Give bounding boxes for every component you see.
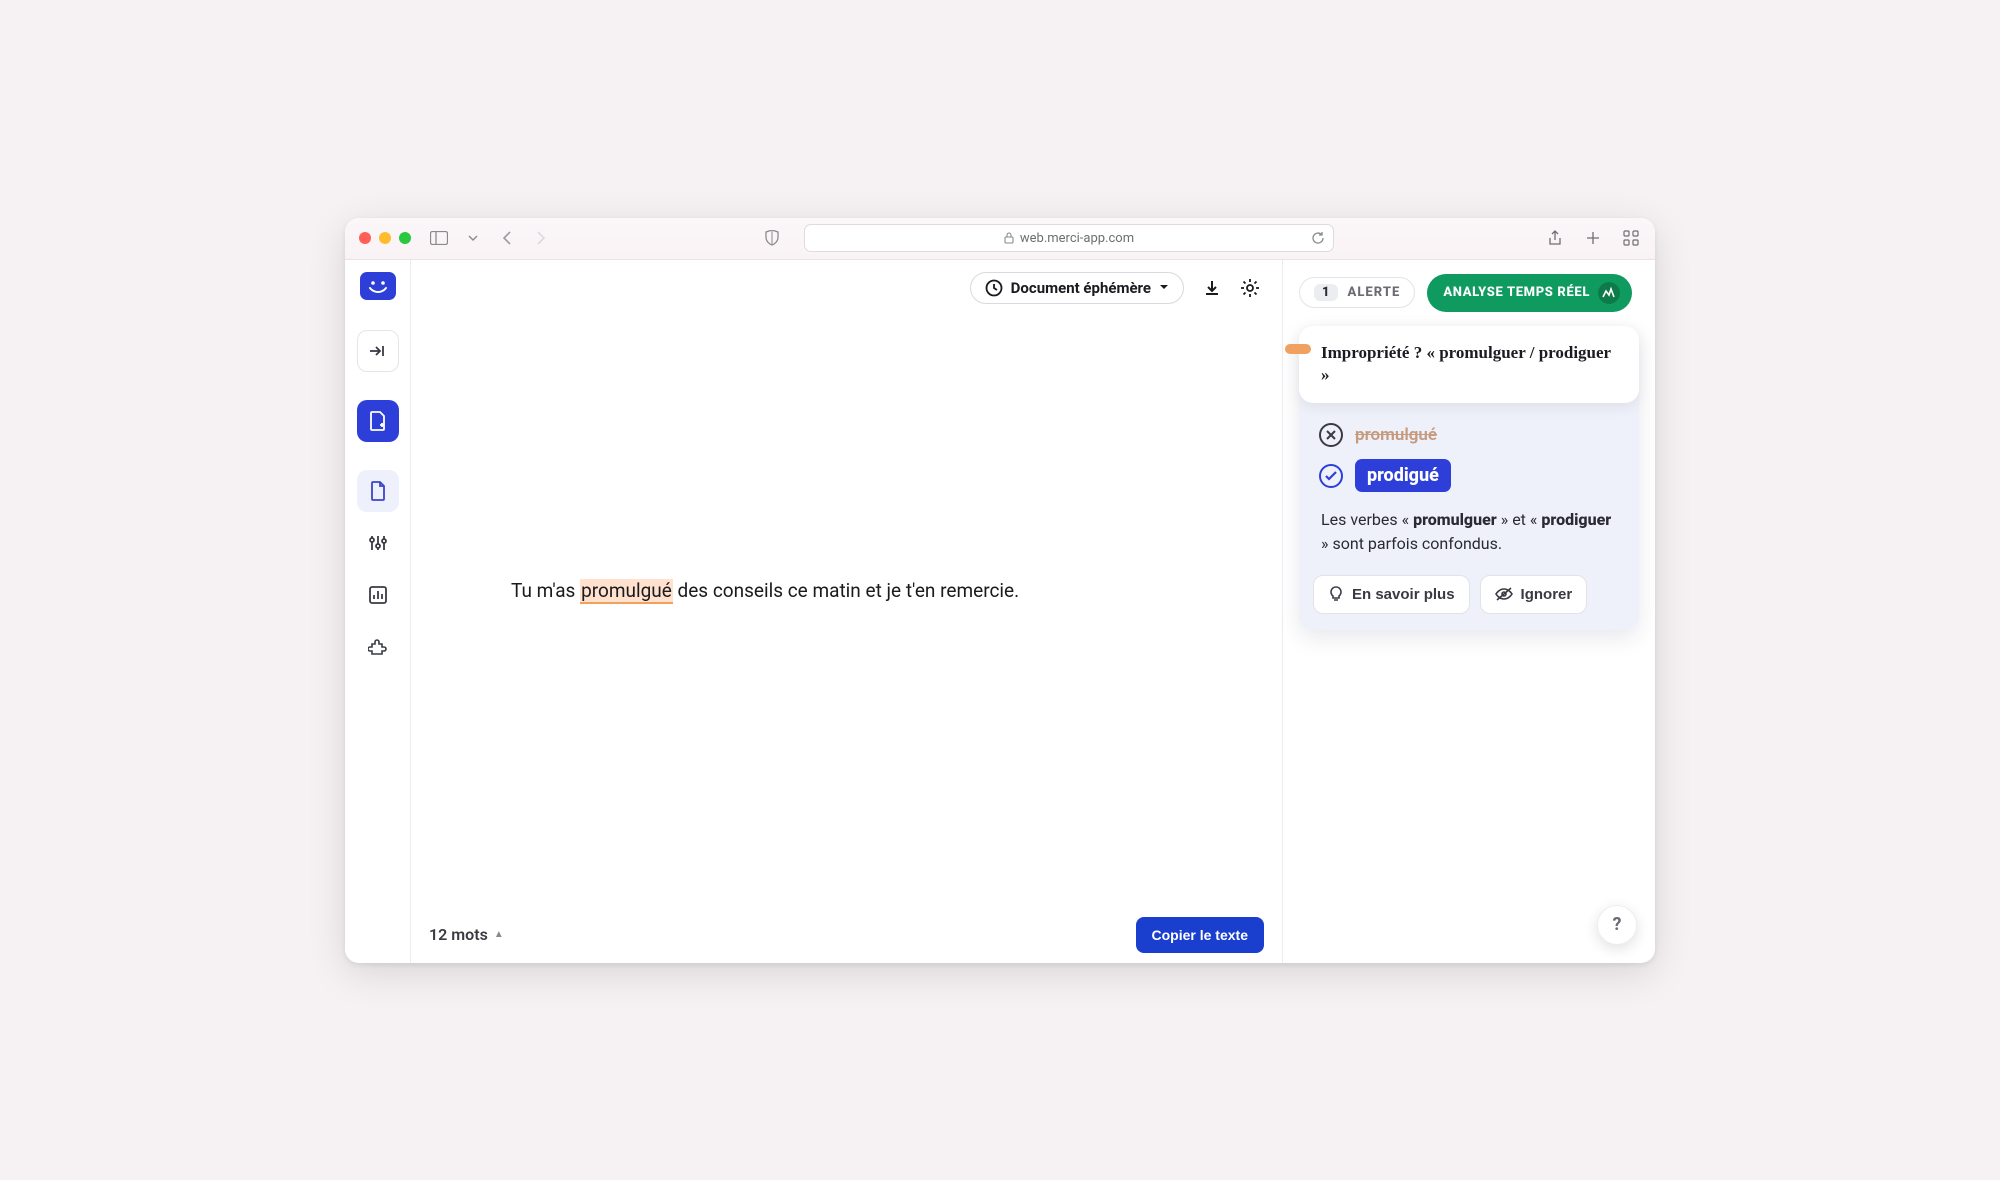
close-window-button[interactable]: [359, 232, 371, 244]
suggestion-card: Impropriété ? « promulguer / prodiguer »…: [1299, 326, 1639, 630]
suggestion-title: Impropriété ? « promulguer / prodiguer »: [1299, 326, 1639, 404]
sidebar-toggle-icon[interactable]: [429, 228, 449, 248]
app-window: web.merci-app.com: [345, 218, 1655, 963]
suggestion-body: promulgué prodigué Les verbes « promulgu…: [1299, 403, 1639, 568]
alert-label: ALERTE: [1348, 285, 1401, 300]
lightbulb-icon: [1328, 586, 1344, 602]
lock-icon: [1004, 232, 1014, 244]
learn-more-label: En savoir plus: [1352, 586, 1455, 603]
ignore-label: Ignorer: [1521, 586, 1573, 603]
privacy-shield-icon[interactable]: [762, 228, 782, 248]
app-content: Document éphémère Tu m'as promulgué des …: [345, 260, 1655, 963]
alert-count-pill[interactable]: 1 ALERTE: [1299, 277, 1415, 308]
sidebar-documents-button[interactable]: [357, 470, 399, 512]
ignore-button[interactable]: Ignorer: [1480, 575, 1588, 614]
correct-word-row: prodigué: [1319, 459, 1619, 492]
main-area: Document éphémère Tu m'as promulgué des …: [411, 260, 1655, 963]
word-count[interactable]: 12 mots ▲: [429, 925, 504, 944]
editor-toolbar: Document éphémère: [411, 260, 1282, 316]
word-count-label: 12 mots: [429, 925, 488, 944]
highlighted-word[interactable]: promulgué: [580, 579, 673, 604]
titlebar-left-group: [429, 228, 551, 248]
text-after: des conseils ce matin et je t'en remerci…: [673, 579, 1019, 602]
suggestions-panel: 1 ALERTE ANALYSE TEMPS RÉEL Impropriété …: [1283, 260, 1655, 963]
maximize-window-button[interactable]: [399, 232, 411, 244]
editor-body[interactable]: Tu m'as promulgué des conseils ce matin …: [411, 316, 1282, 907]
reject-icon: [1319, 423, 1343, 447]
tabs-overview-icon[interactable]: [1621, 228, 1641, 248]
sidebar-extensions-button[interactable]: [357, 626, 399, 668]
settings-gear-button[interactable]: [1240, 278, 1260, 298]
learn-more-button[interactable]: En savoir plus: [1313, 575, 1470, 614]
copy-text-button[interactable]: Copier le texte: [1136, 917, 1264, 953]
editor-footer: 12 mots ▲ Copier le texte: [411, 907, 1282, 963]
document-text[interactable]: Tu m'as promulgué des conseils ce matin …: [511, 577, 1019, 606]
download-button[interactable]: [1202, 278, 1222, 298]
panel-header: 1 ALERTE ANALYSE TEMPS RÉEL: [1299, 274, 1639, 312]
clock-icon: [985, 279, 1003, 297]
forward-button[interactable]: [531, 228, 551, 248]
wrong-word: promulgué: [1355, 425, 1437, 445]
titlebar: web.merci-app.com: [345, 218, 1655, 260]
suggestion-actions: En savoir plus Ignorer: [1299, 569, 1639, 630]
caret-down-icon: [1159, 284, 1169, 291]
realtime-badge-icon: [1598, 282, 1620, 304]
category-tag-icon: [1285, 344, 1311, 354]
new-tab-icon[interactable]: [1583, 228, 1603, 248]
refresh-icon[interactable]: [1311, 231, 1325, 245]
realtime-label: ANALYSE TEMPS RÉEL: [1443, 285, 1590, 300]
document-type-dropdown[interactable]: Document éphémère: [970, 272, 1184, 304]
sidebar: [345, 260, 411, 963]
editor-column: Document éphémère Tu m'as promulgué des …: [411, 260, 1283, 963]
suggested-word-button[interactable]: prodigué: [1355, 459, 1451, 492]
back-button[interactable]: [497, 228, 517, 248]
document-type-label: Document éphémère: [1011, 279, 1151, 297]
minimize-window-button[interactable]: [379, 232, 391, 244]
window-controls: [359, 232, 411, 244]
wrong-word-row: promulgué: [1319, 423, 1619, 447]
text-before: Tu m'as: [511, 579, 580, 602]
app-logo[interactable]: [360, 272, 396, 300]
caret-up-icon: ▲: [494, 929, 504, 940]
alert-count-number: 1: [1314, 284, 1338, 301]
share-icon[interactable]: [1545, 228, 1565, 248]
eye-off-icon: [1495, 587, 1513, 601]
sidebar-collapse-button[interactable]: [357, 330, 399, 372]
explanation-text: Les verbes « promulguer » et « prodiguer…: [1319, 504, 1619, 554]
titlebar-right-group: [1545, 228, 1641, 248]
url-text: web.merci-app.com: [1020, 231, 1134, 246]
help-button[interactable]: ?: [1597, 905, 1637, 945]
sidebar-new-doc-button[interactable]: [357, 400, 399, 442]
suggestion-title-text: Impropriété ? « promulguer / prodiguer »: [1321, 343, 1611, 385]
realtime-analysis-pill[interactable]: ANALYSE TEMPS RÉEL: [1427, 274, 1632, 312]
chevron-down-icon[interactable]: [463, 228, 483, 248]
sidebar-settings-button[interactable]: [357, 522, 399, 564]
url-bar[interactable]: web.merci-app.com: [804, 224, 1334, 252]
sidebar-stats-button[interactable]: [357, 574, 399, 616]
accept-icon: [1319, 464, 1343, 488]
help-label: ?: [1613, 914, 1622, 935]
